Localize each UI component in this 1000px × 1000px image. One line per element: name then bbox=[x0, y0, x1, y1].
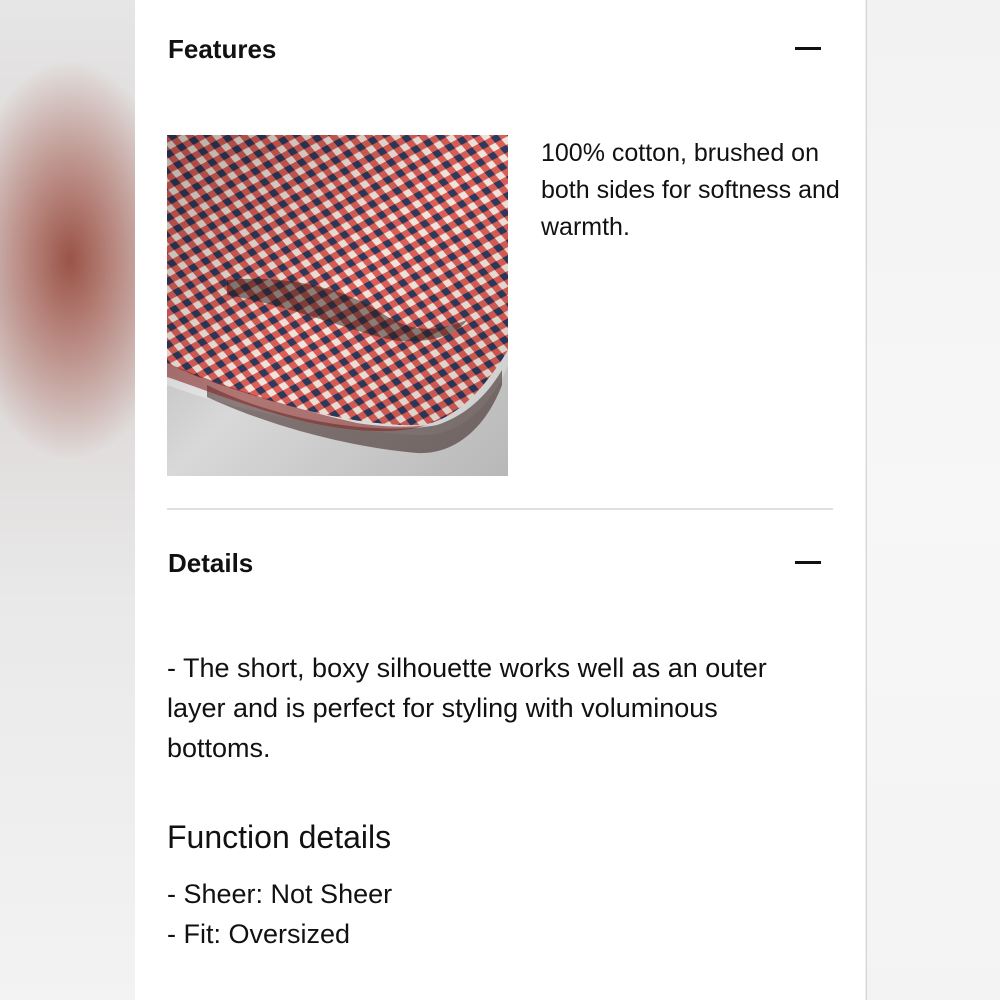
details-title: Details bbox=[168, 548, 254, 578]
function-details-list: - Sheer: Not Sheer - Fit: Oversized bbox=[167, 874, 392, 954]
fabric-image bbox=[167, 135, 508, 476]
features-title: Features bbox=[168, 34, 277, 64]
list-item: - Sheer: Not Sheer bbox=[167, 879, 393, 909]
minus-icon[interactable] bbox=[795, 561, 821, 564]
section-divider bbox=[167, 508, 833, 510]
function-details-title: Function details bbox=[167, 819, 392, 855]
details-description: - The short, boxy silhouette works well … bbox=[167, 653, 767, 763]
minus-icon[interactable] bbox=[795, 47, 821, 50]
blurred-background-right bbox=[866, 0, 1000, 1000]
list-item: - Fit: Oversized bbox=[167, 919, 351, 949]
details-header[interactable]: Details bbox=[168, 543, 833, 583]
product-details-panel: Features 100% cotton, brushed on both si… bbox=[135, 0, 865, 1000]
features-header[interactable]: Features bbox=[168, 29, 833, 69]
features-description: 100% cotton, brushed on both sides for s… bbox=[541, 139, 840, 241]
blurred-background-left bbox=[0, 0, 135, 1000]
